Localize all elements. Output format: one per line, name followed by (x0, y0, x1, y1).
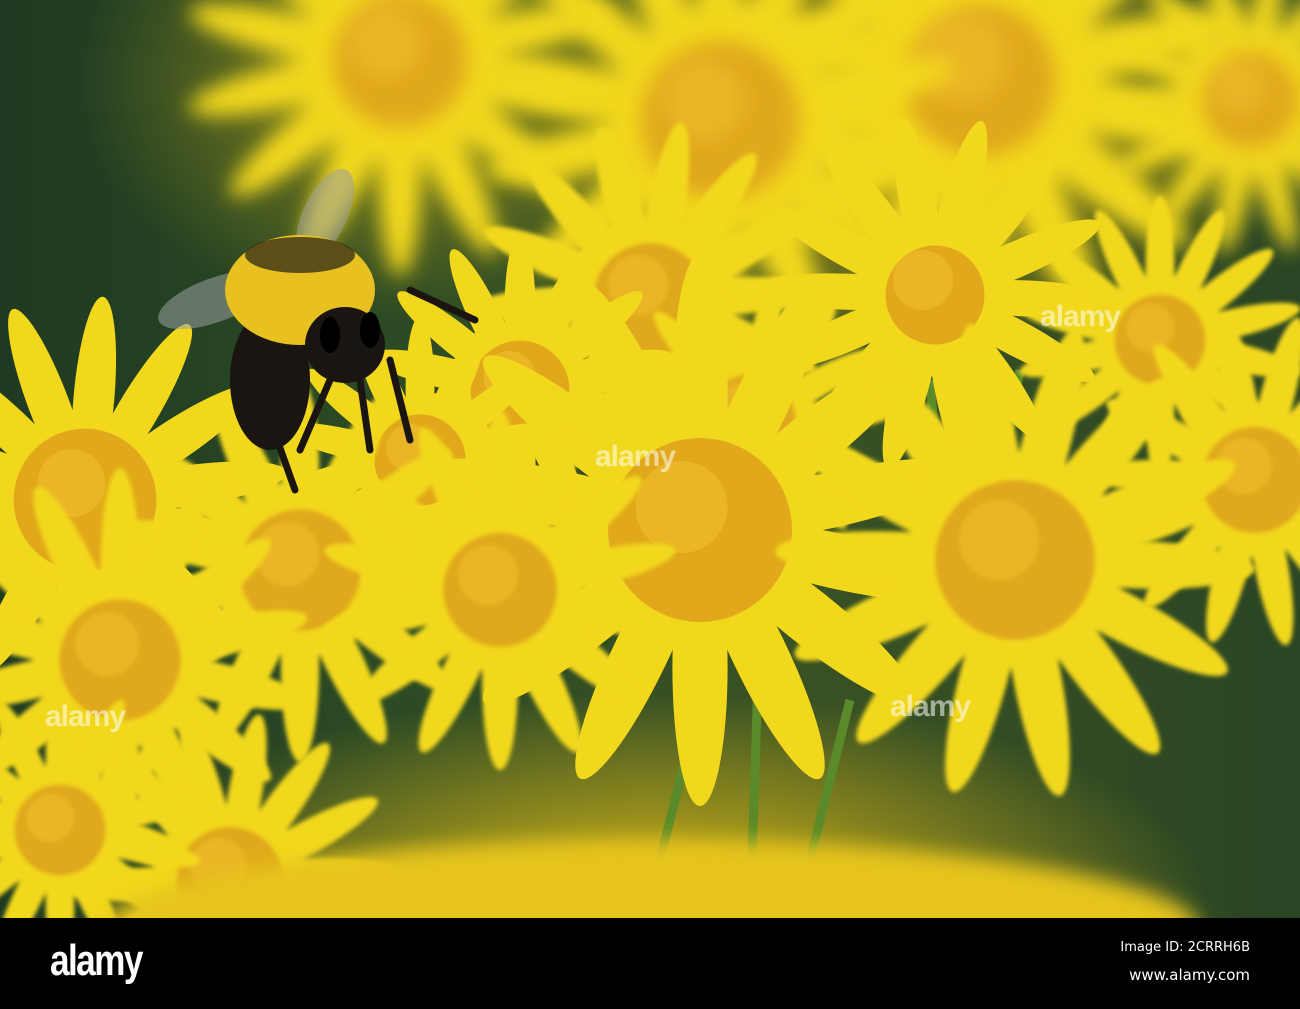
watermark: alamy (890, 690, 971, 723)
stock-photo: alamy alamy alamy alamy alamy Image ID: … (0, 0, 1300, 1009)
watermark: alamy (45, 700, 126, 733)
watermark: alamy (595, 440, 676, 473)
photo-bee-on-flowers: alamy alamy alamy alamy (0, 0, 1300, 918)
footer-bar: alamy Image ID: 2CRRH6B www.alamy.com (0, 918, 1300, 1009)
website-link[interactable]: www.alamy.com (1129, 966, 1250, 984)
image-id: Image ID: 2CRRH6B (1120, 940, 1250, 955)
alamy-logo[interactable]: alamy (50, 936, 143, 986)
watermark: alamy (1040, 300, 1121, 333)
